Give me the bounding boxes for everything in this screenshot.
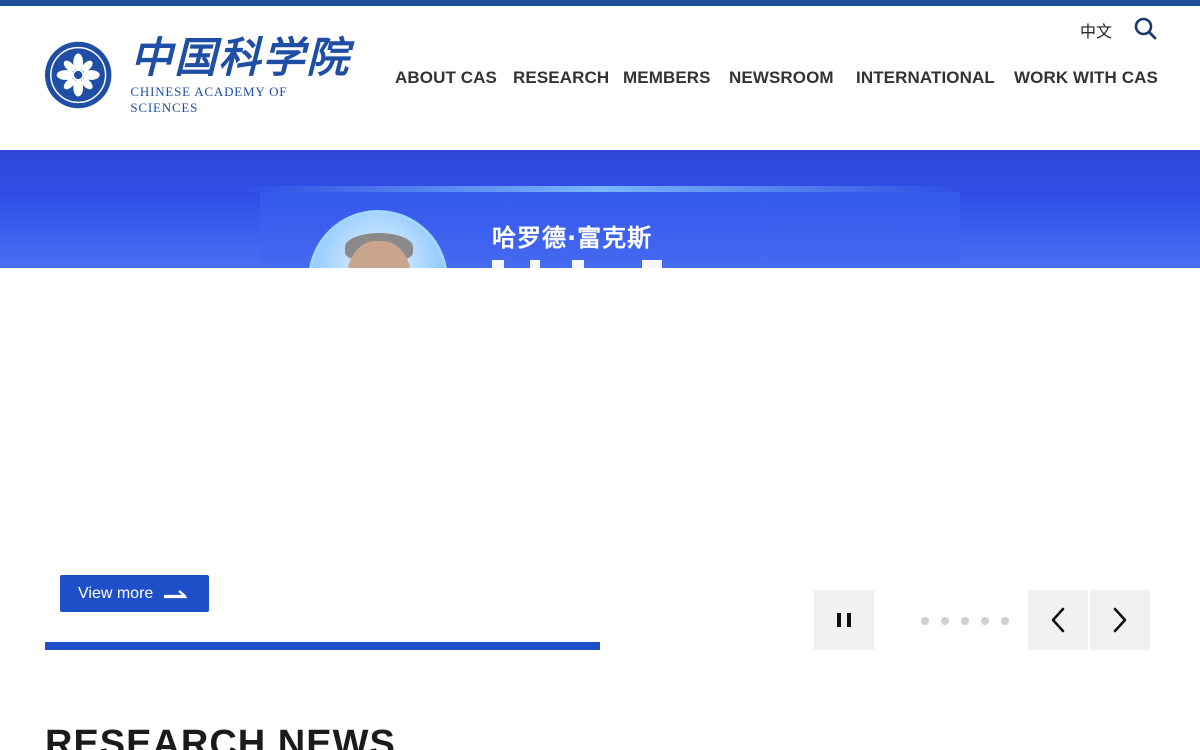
carousel-dot-2[interactable] (941, 617, 949, 625)
carousel-dot-3[interactable] (961, 617, 969, 625)
carousel-dot-1[interactable] (921, 617, 929, 625)
hero-name-cn: 哈罗德·富克斯 (492, 224, 653, 252)
carousel-progress-bar (45, 642, 600, 650)
carousel-dot-5[interactable] (1001, 617, 1009, 625)
nav-item-members[interactable]: MEMBERS (623, 68, 711, 88)
site-header: 中国科学院 CHINESE ACADEMY OF SCIENCES 中文 ABO… (0, 6, 1200, 150)
language-switch-link[interactable]: 中文 (1080, 18, 1112, 42)
research-news-heading: RESEARCH NEWS (45, 723, 396, 750)
logo-name-en: CHINESE ACADEMY OF SCIENCES (130, 84, 288, 115)
carousel-next-button[interactable] (1090, 590, 1150, 650)
pause-icon (837, 613, 851, 627)
carousel-prev-button[interactable] (1028, 590, 1088, 650)
chevron-right-icon (1113, 607, 1127, 633)
logo-wordmark: 中国科学院 CHINESE ACADEMY OF SCIENCES (130, 34, 354, 116)
nav-item-about-cas[interactable]: ABOUT CAS (395, 68, 497, 88)
carousel-dots (921, 617, 1011, 625)
view-more-button[interactable]: View more (60, 575, 209, 612)
hero-banner[interactable]: 哈罗德·富克斯 (0, 150, 1200, 268)
cas-emblem-icon (44, 41, 112, 109)
search-icon[interactable] (1133, 16, 1157, 40)
cas-logo[interactable]: 中国科学院 CHINESE ACADEMY OF SCIENCES (44, 34, 354, 115)
carousel-dot-4[interactable] (981, 617, 989, 625)
main-nav: ABOUT CAS RESEARCH MEMBERS NEWSROOM INTE… (395, 68, 1165, 90)
chevron-left-icon (1051, 607, 1065, 633)
hero-name-en-cropped (492, 260, 672, 268)
nav-item-newsroom[interactable]: NEWSROOM (729, 68, 834, 88)
nav-item-work-with-cas[interactable]: WORK WITH CAS (1014, 68, 1158, 88)
carousel-pause-button[interactable] (814, 590, 874, 650)
logo-name-cn: 中国科学院 (130, 33, 351, 82)
nav-item-research[interactable]: RESEARCH (513, 68, 609, 88)
nav-item-international[interactable]: INTERNATIONAL (856, 68, 995, 88)
arrow-right-icon (164, 589, 188, 598)
view-more-label: View more (78, 584, 154, 602)
